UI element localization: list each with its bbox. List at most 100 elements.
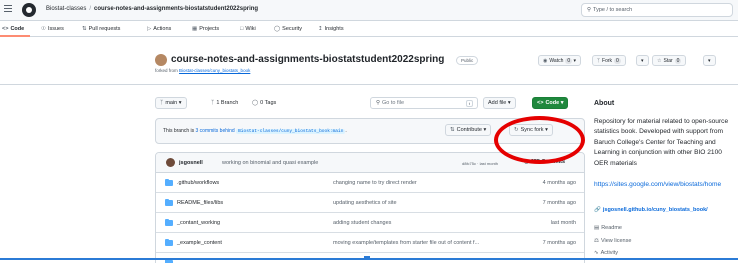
commits-behind-link[interactable]: 3 commits behind	[196, 128, 235, 134]
projects-icon: ▦	[192, 26, 198, 32]
file-name[interactable]: .github/workflows	[177, 180, 219, 186]
visibility-badge: Public	[456, 56, 479, 65]
branch-status-text: This branch is 3 commits behind Biostat-…	[163, 128, 347, 134]
bottom-marker	[364, 256, 370, 260]
owner-avatar[interactable]	[155, 54, 167, 66]
tab-pull-requests[interactable]: ⇅ Pull requests	[82, 26, 120, 32]
file-commit-message[interactable]: adding student changes	[333, 220, 391, 226]
top-header: Biostat-classes / course-notes-and-assignm…	[0, 0, 738, 21]
search-icon: ⚲	[587, 7, 592, 13]
code-icon: <>	[2, 26, 9, 32]
shield-icon: ◯	[274, 26, 281, 32]
eye-icon: ◉	[543, 58, 548, 64]
tag-icon: ◯	[252, 100, 259, 106]
file-date: 7 months ago	[542, 200, 576, 206]
folder-icon	[165, 199, 173, 206]
branch-icon: ᛉ	[211, 100, 215, 106]
fork-icon: ᛉ	[597, 58, 601, 64]
file-name[interactable]: _contant_working	[177, 220, 220, 226]
chevron-down-icon: ▾	[641, 58, 644, 64]
tags-link[interactable]: ◯ 0 Tags	[252, 100, 276, 106]
table-row[interactable]: .github/workflows changing name to try d…	[156, 173, 584, 193]
go-to-file-shortcut: t	[465, 100, 473, 107]
watch-count: 0	[565, 58, 573, 64]
pull-request-icon: ⇅	[450, 127, 455, 133]
file-date: last month	[550, 220, 576, 226]
file-list: jsgosnell working on binomial and quasi …	[155, 152, 585, 263]
folder-icon	[165, 219, 173, 226]
search-icon: ⚲	[376, 100, 381, 106]
about-description: Repository for material related to open-…	[594, 118, 729, 167]
repo-tabs: <> Code ☉ Issues ⇅ Pull requests ▷ Actions ▦…	[0, 22, 738, 37]
code-button[interactable]: <> Code ▾	[532, 97, 569, 109]
forked-from-prefix: forked from	[155, 68, 178, 73]
link-icon: 🔗	[594, 207, 601, 213]
graph-icon: ↥	[318, 26, 323, 32]
tab-code[interactable]: <> Code	[2, 26, 24, 32]
code-icon: <>	[537, 100, 544, 106]
issues-icon: ☉	[41, 26, 46, 32]
commit-author[interactable]: jsgosnell	[179, 160, 203, 166]
readme-link[interactable]: ▤ Readme	[594, 225, 622, 231]
file-commit-message[interactable]: updating aesthetics of site	[333, 200, 397, 206]
section-divider	[0, 84, 738, 85]
about-website-link[interactable]: https://sites.google.com/view/biostats/h…	[594, 180, 736, 190]
about-heading: About	[594, 100, 615, 107]
upstream-ref[interactable]: Biostat-classes/cuny_biostats_book:main	[236, 129, 346, 134]
file-name[interactable]: README_files/libs	[177, 200, 223, 206]
tab-projects[interactable]: ▦ Projects	[192, 26, 219, 32]
homepage-link[interactable]: 🔗 jsgosnell.github.io/cuny_biostats_book/	[594, 207, 708, 213]
pull-request-icon: ⇅	[82, 26, 87, 32]
commit-message[interactable]: working on binomial and quasi example	[222, 160, 318, 166]
pulse-icon: ∿	[594, 250, 599, 256]
activity-link[interactable]: ∿ Activity	[594, 250, 618, 256]
fork-button[interactable]: ᛉ Fork 0	[592, 55, 626, 66]
file-name[interactable]: _example_content	[177, 240, 222, 246]
chevron-down-icon: ▾	[708, 58, 711, 64]
breadcrumb-owner[interactable]: Biostat-classes	[46, 6, 86, 12]
fork-count: 0	[614, 58, 621, 64]
tab-insights[interactable]: ↥ Insights	[318, 26, 344, 32]
branch-icon: ᛉ	[160, 100, 164, 106]
file-commit-message[interactable]: moving example/templates from starter fi…	[333, 240, 479, 246]
tab-security[interactable]: ◯ Security	[274, 26, 302, 32]
branches-link[interactable]: ᛉ1 Branch	[211, 100, 238, 106]
forked-from: forked from Biostat-classes/cuny_biostat…	[155, 68, 250, 73]
table-row[interactable]: _contant_working adding student changes …	[156, 213, 584, 233]
menu-icon[interactable]	[4, 5, 12, 14]
tab-issues[interactable]: ☉ Issues	[41, 26, 64, 32]
breadcrumb-repo[interactable]: course-notes-and-assignments-biostatstud…	[94, 6, 258, 12]
book-icon: ▤	[594, 225, 600, 231]
search-input[interactable]: ⚲ Type / to search	[581, 3, 733, 17]
github-logo-icon[interactable]	[22, 3, 36, 17]
breadcrumb: Biostat-classes / course-notes-and-assignm…	[46, 6, 258, 12]
folder-icon	[165, 179, 173, 186]
star-button[interactable]: ☆ Star 0	[652, 55, 687, 66]
file-commit-message[interactable]: changing name to try direct render	[333, 180, 417, 186]
search-placeholder: Type / to search	[593, 7, 633, 13]
star-count: 0	[674, 58, 682, 64]
fork-dropdown[interactable]: ▾	[636, 55, 649, 66]
watch-button[interactable]: ◉ Watch 0 ▾	[538, 55, 582, 66]
highlight-annotation	[494, 116, 585, 164]
table-row[interactable]: README_files/libs updating aesthetics of…	[156, 193, 584, 213]
commit-meta[interactable]: d8fc75c · last month	[462, 161, 498, 166]
license-link[interactable]: ⚖ View license	[594, 238, 631, 244]
star-icon: ☆	[657, 58, 662, 64]
add-file-button[interactable]: Add file ▾	[483, 97, 516, 109]
tab-underline	[0, 35, 30, 37]
actions-icon: ▷	[147, 26, 152, 32]
repo-title[interactable]: course-notes-and-assignments-biostatstud…	[171, 54, 444, 65]
wiki-icon: □	[240, 26, 244, 32]
contribute-button[interactable]: ⇅ Contribute ▾	[445, 124, 492, 136]
star-dropdown[interactable]: ▾	[703, 55, 716, 66]
file-date: 4 months ago	[542, 180, 576, 186]
table-row[interactable]: _example_content moving example/template…	[156, 233, 584, 253]
avatar[interactable]	[166, 158, 175, 167]
forked-from-link[interactable]: Biostat-classes/cuny_biostats_book	[179, 68, 250, 73]
law-icon: ⚖	[594, 238, 599, 244]
tab-wiki[interactable]: □ Wiki	[240, 26, 256, 32]
branch-selector[interactable]: ᛉ main ▾	[155, 97, 187, 109]
go-to-file-input[interactable]: ⚲ Go to file t	[370, 97, 478, 109]
tab-actions[interactable]: ▷ Actions	[147, 26, 171, 32]
